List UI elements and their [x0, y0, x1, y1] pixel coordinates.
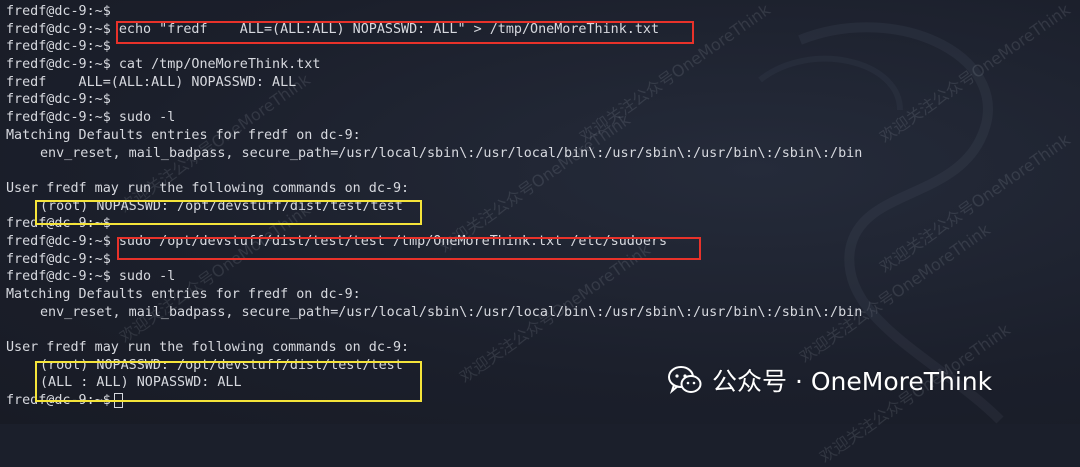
terminal-line: User fredf may run the following command… [6, 180, 410, 196]
wechat-icon [668, 366, 702, 395]
terminal-line: Matching Defaults entries for fredf on d… [6, 287, 361, 302]
terminal-line: Matching Defaults entries for fredf on d… [6, 127, 361, 143]
terminal-line: fredf@dc-9:~$ sudo /opt/devstuff/dist/te… [6, 233, 668, 249]
terminal-line: fredf@dc-9:~$ sudo -l [6, 110, 176, 126]
terminal-line: env_reset, mail_badpass, secure_path=/us… [40, 304, 863, 320]
terminal-line: env_reset, mail_badpass, secure_path=/us… [40, 145, 863, 161]
terminal-line: fredf@dc-9:~$ cat /tmp/OneMoreThink.txt [6, 57, 321, 73]
terminal-line: fredf@dc-9:~$ echo "fredf ALL=(ALL:ALL) … [6, 21, 660, 37]
watermark-text: 欢迎关注公众号OneMoreThink [876, 130, 1074, 277]
brand-label: 公众号 · OneMoreThink [712, 367, 993, 396]
terminal-line: fredf@dc-9:~$ [6, 92, 111, 108]
terminal-line: fredf@dc-9:~$ [6, 216, 111, 232]
terminal-line: fredf@dc-9:~$ sudo -l [6, 269, 176, 285]
terminal-line: fredf ALL=(ALL:ALL) NOPASSWD: ALL [6, 74, 297, 90]
terminal-window[interactable]: 欢迎关注公众号OneMoreThink 欢迎关注公众号OneMoreThink … [0, 0, 1080, 466]
terminal-line: fredf@dc-9:~$ [6, 393, 111, 409]
terminal-line: (root) NOPASSWD: /opt/devstuff/dist/test… [40, 198, 403, 214]
terminal-line: fredf@dc-9:~$ [6, 4, 111, 19]
terminal-line: fredf@dc-9:~$ [6, 251, 111, 267]
text-cursor [113, 392, 123, 408]
terminal-line: fredf@dc-9:~$ [6, 39, 111, 55]
terminal-line: User fredf may run the following command… [6, 340, 410, 356]
terminal-output: fredf@dc-9:~$ fredf@dc-9:~$ echo "fredf … [6, 3, 862, 410]
wechat-brand-watermark: 公众号 · OneMoreThink [668, 362, 992, 398]
watermark-text: 欢迎关注公众号OneMoreThink [876, 0, 1074, 147]
